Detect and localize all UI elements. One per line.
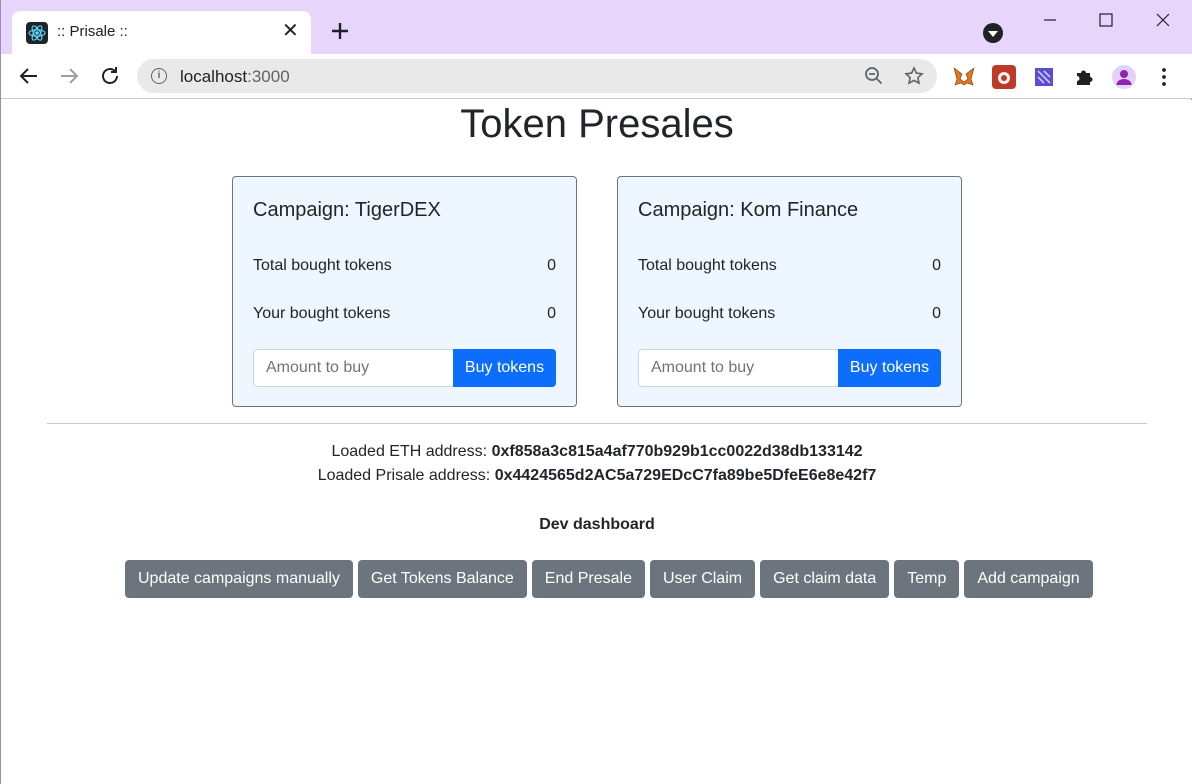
total-bought-label: Total bought tokens: [253, 257, 392, 274]
divider: [47, 423, 1147, 424]
campaign-card-tigerdex: Campaign: TigerDEX Total bought tokens 0…: [232, 176, 577, 407]
tab-close-icon[interactable]: ✕: [282, 21, 299, 41]
eth-address-line: Loaded ETH address: 0xf858a3c815a4af770b…: [1, 443, 1192, 461]
dev-dashboard-title: Dev dashboard: [539, 516, 655, 533]
your-bought-row: Your bought tokens 0: [253, 305, 556, 323]
close-window-icon[interactable]: [1151, 8, 1175, 32]
site-info-icon[interactable]: i: [151, 68, 167, 84]
total-bought-label: Total bought tokens: [638, 257, 777, 274]
tab-search-dropdown-icon[interactable]: [983, 23, 1003, 43]
new-tab-plus-icon[interactable]: [327, 18, 353, 44]
total-bought-value: 0: [547, 257, 556, 274]
browser-toolbar: i localhost:3000: [1, 54, 1192, 99]
user-claim-button[interactable]: User Claim: [649, 560, 756, 598]
metamask-fox-icon[interactable]: [952, 65, 976, 89]
tab-title: :: Prisale ::: [57, 23, 128, 40]
end-presale-button[interactable]: End Presale: [531, 560, 645, 598]
buy-input-group: Buy tokens: [253, 349, 556, 387]
eth-address-label: Loaded ETH address:: [331, 443, 488, 460]
get-tokens-balance-button[interactable]: Get Tokens Balance: [357, 560, 527, 598]
browser-tab[interactable]: :: Prisale :: ✕: [12, 11, 311, 54]
temp-button[interactable]: Temp: [894, 560, 960, 598]
campaign-title: Campaign: Kom Finance: [638, 199, 859, 221]
add-campaign-button[interactable]: Add campaign: [964, 560, 1093, 598]
minimize-icon[interactable]: [1038, 8, 1062, 32]
buy-input-group: Buy tokens: [638, 349, 941, 387]
browser-window: :: Prisale :: ✕ i localhost:3000 Token P…: [0, 0, 1192, 784]
extension-flag-icon[interactable]: [1032, 65, 1056, 89]
amount-input[interactable]: [253, 349, 454, 387]
campaign-title: Campaign: TigerDEX: [253, 199, 441, 221]
get-claim-data-button[interactable]: Get claim data: [760, 560, 890, 598]
browser-menu-icon[interactable]: [1152, 65, 1176, 89]
total-bought-row: Total bought tokens 0: [253, 257, 556, 275]
dev-dashboard-buttons: Update campaigns manually Get Tokens Bal…: [125, 560, 1093, 598]
back-arrow-icon[interactable]: [17, 64, 41, 88]
eth-address-value: 0xf858a3c815a4af770b929b1cc0022d38db1331…: [491, 443, 863, 460]
reload-icon[interactable]: [98, 64, 122, 88]
tab-strip: :: Prisale :: ✕: [1, 0, 1192, 54]
presale-address-value: 0x4424565d2AC5a729EDcC7fa89be5DfeE6e8e42…: [494, 467, 877, 484]
your-bought-value: 0: [547, 305, 556, 322]
your-bought-row: Your bought tokens 0: [638, 305, 941, 323]
page-content: Token Presales Campaign: TigerDEX Total …: [1, 100, 1192, 784]
total-bought-row: Total bought tokens 0: [638, 257, 941, 275]
forward-arrow-icon[interactable]: [57, 64, 81, 88]
maximize-icon[interactable]: [1094, 8, 1118, 32]
presale-address-label: Loaded Prisale address:: [317, 467, 491, 484]
react-favicon-icon: [26, 22, 48, 44]
campaign-card-kom-finance: Campaign: Kom Finance Total bought token…: [617, 176, 962, 407]
page-title: Token Presales: [460, 102, 734, 146]
total-bought-value: 0: [932, 257, 941, 274]
address-bar[interactable]: i localhost:3000: [137, 59, 937, 93]
url-text: localhost:3000: [180, 67, 290, 86]
presale-address-line: Loaded Prisale address: 0x4424565d2AC5a7…: [1, 467, 1192, 485]
buy-tokens-button[interactable]: Buy tokens: [453, 349, 556, 387]
extension-red-icon[interactable]: [992, 65, 1016, 89]
zoom-out-icon[interactable]: [864, 66, 884, 86]
profile-avatar-icon[interactable]: [1112, 65, 1136, 89]
your-bought-label: Your bought tokens: [638, 305, 776, 322]
extensions-puzzle-icon[interactable]: [1072, 65, 1096, 89]
buy-tokens-button[interactable]: Buy tokens: [838, 349, 941, 387]
update-campaigns-button[interactable]: Update campaigns manually: [125, 560, 353, 598]
your-bought-value: 0: [932, 305, 941, 322]
bookmark-star-icon[interactable]: [904, 66, 924, 86]
amount-input[interactable]: [638, 349, 839, 387]
your-bought-label: Your bought tokens: [253, 305, 391, 322]
